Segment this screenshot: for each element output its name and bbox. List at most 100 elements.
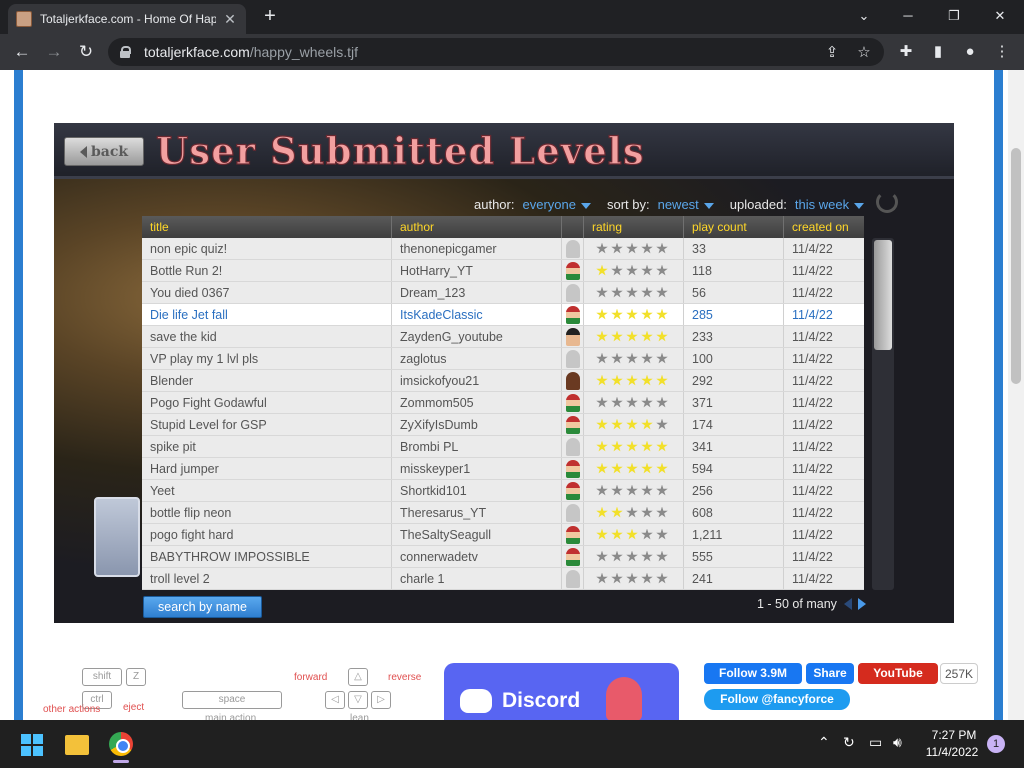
created-date: 11/4/22 [792, 484, 833, 498]
col-rating[interactable]: rating [584, 216, 684, 238]
game-frame[interactable]: back User Submitted Levels author: every… [54, 123, 954, 623]
table-row[interactable]: Die life Jet fall ItsKadeClassic 285 11/4/2… [142, 304, 864, 326]
table-row[interactable]: save the kid ZaydenG_youtube 233 11/4/22 [142, 326, 864, 348]
level-author: misskeyper1 [392, 458, 562, 479]
forward-arrow-icon[interactable]: → [42, 40, 66, 64]
star-icon [641, 572, 653, 584]
star-icon [641, 330, 653, 342]
tab-close-icon[interactable]: ✕ [222, 11, 238, 28]
side-panel-icon[interactable]: ▮ [926, 40, 950, 64]
restore-icon[interactable]: ❐ [940, 5, 968, 27]
level-author: Shortkid101 [392, 480, 562, 501]
discord-banner[interactable]: Discord [444, 663, 679, 720]
star-icon [656, 506, 668, 518]
browser-tab[interactable]: Totaljerkface.com - Home Of Hap ✕ [8, 4, 246, 34]
volume-icon[interactable]: 🔊︎ [893, 734, 902, 751]
page-scroll-thumb[interactable] [1011, 148, 1021, 384]
chevron-up-icon[interactable]: ⌃ [818, 734, 830, 751]
col-title[interactable]: title [142, 216, 392, 238]
col-created-on[interactable]: created on [784, 216, 864, 238]
table-row[interactable]: You died 0367 Dream_123 56 11/4/22 [142, 282, 864, 304]
character-cell [562, 436, 584, 457]
col-author[interactable]: author [392, 216, 562, 238]
file-explorer-icon[interactable] [65, 735, 89, 755]
play-count: 100 [684, 348, 784, 369]
star-icon [596, 264, 608, 276]
bookmark-star-icon[interactable]: ☆ [854, 43, 874, 61]
filter-sort-dropdown[interactable]: newest [658, 197, 714, 212]
back-button[interactable]: back [64, 137, 144, 166]
play-count: 233 [684, 326, 784, 347]
table-row[interactable]: bottle flip neon Theresarus_YT 608 11/4/22 [142, 502, 864, 524]
col-character [562, 216, 584, 238]
next-page-icon[interactable] [858, 598, 866, 610]
star-icon [596, 572, 608, 584]
clock-time[interactable]: 7:27 PM [924, 728, 984, 742]
share-icon[interactable]: ⇪ [822, 43, 842, 61]
star-icon [641, 308, 653, 320]
key-left: ◁ [325, 691, 345, 709]
page-title: User Submitted Levels [155, 128, 645, 173]
filter-uploaded-dropdown[interactable]: this week [795, 197, 864, 212]
label-forward: forward [294, 672, 328, 683]
extensions-icon[interactable]: ✚ [894, 40, 918, 64]
table-row[interactable]: troll level 2 charle 1 241 11/4/22 [142, 568, 864, 590]
table-row[interactable]: Blender imsickofyou21 292 11/4/22 [142, 370, 864, 392]
sync-icon[interactable]: ↻ [843, 734, 855, 751]
table-row[interactable]: VP play my 1 lvl pls zaglotus 100 11/4/22 [142, 348, 864, 370]
table-row[interactable]: pogo fight hard TheSaltySeagull 1,211 11/4/… [142, 524, 864, 546]
col-play-count[interactable]: play count [684, 216, 784, 238]
created-date: 11/4/22 [792, 506, 833, 520]
back-arrow-icon[interactable]: ← [10, 40, 34, 64]
clock-date[interactable]: 11/4/2022 [920, 745, 984, 759]
chrome-icon[interactable] [109, 732, 133, 756]
back-button-label: back [90, 143, 129, 160]
table-row[interactable]: BABYTHROW IMPOSSIBLE connerwadetv 555 11/4/… [142, 546, 864, 568]
star-icon [656, 330, 668, 342]
star-icon [656, 418, 668, 430]
table-row[interactable]: spike pit Brombi PL 341 11/4/22 [142, 436, 864, 458]
prev-page-icon[interactable] [844, 598, 852, 610]
notification-badge[interactable]: 1 [987, 735, 1005, 753]
network-icon[interactable]: ▭ [869, 734, 882, 751]
close-icon[interactable]: ✕ [986, 5, 1014, 27]
facebook-share-button[interactable]: Share [806, 663, 854, 684]
youtube-button[interactable]: YouTube [858, 663, 938, 684]
table-row[interactable]: non epic quiz! thenonepicgamer 33 11/4/22 [142, 238, 864, 260]
table-row[interactable]: Stupid Level for GSP ZyXifyIsDumb 174 11/4/… [142, 414, 864, 436]
table-row[interactable]: Yeet Shortkid101 256 11/4/22 [142, 480, 864, 502]
new-tab-icon[interactable]: + [258, 5, 282, 29]
facebook-follow-button[interactable]: Follow 3.9M [704, 663, 802, 684]
character-avatar-icon [565, 569, 580, 588]
table-scrollbar[interactable] [872, 238, 894, 590]
character-avatar-icon [565, 283, 580, 302]
minimize-icon[interactable]: ─ [894, 5, 922, 27]
key-space: space [182, 691, 282, 709]
created-date: 11/4/22 [792, 396, 833, 410]
profile-icon[interactable]: ● [958, 40, 982, 64]
rating-stars [584, 282, 684, 303]
level-author: Zommom505 [392, 392, 562, 413]
key-up: △ [348, 668, 368, 686]
reload-icon[interactable]: ↻ [74, 40, 98, 64]
search-by-name-button[interactable]: search by name [143, 596, 262, 618]
windows-start-icon[interactable] [21, 734, 43, 756]
table-scroll-thumb[interactable] [874, 240, 892, 350]
rating-stars [584, 436, 684, 457]
filter-author-dropdown[interactable]: everyone [522, 197, 590, 212]
address-bar[interactable]: totaljerkface.com /happy_wheels.tjf ⇪ ☆ [108, 38, 884, 66]
created-date: 11/4/22 [792, 242, 833, 256]
chevron-down-icon[interactable]: ⌄ [850, 5, 878, 27]
table-row[interactable]: Pogo Fight Godawful Zommom505 371 11/4/22 [142, 392, 864, 414]
rating-stars [584, 348, 684, 369]
twitter-follow-button[interactable]: Follow @fancyforce [704, 689, 850, 710]
created-date: 11/4/22 [792, 572, 833, 586]
star-icon [611, 462, 623, 474]
menu-kebab-icon[interactable]: ⋮ [990, 40, 1014, 64]
table-row[interactable]: Hard jumper misskeyper1 594 11/4/22 [142, 458, 864, 480]
table-row[interactable]: Bottle Run 2! HotHarry_YT 118 11/4/22 [142, 260, 864, 282]
page-scrollbar[interactable] [1008, 70, 1024, 720]
rating-stars [584, 458, 684, 479]
star-icon [611, 286, 623, 298]
refresh-icon[interactable] [876, 191, 898, 213]
